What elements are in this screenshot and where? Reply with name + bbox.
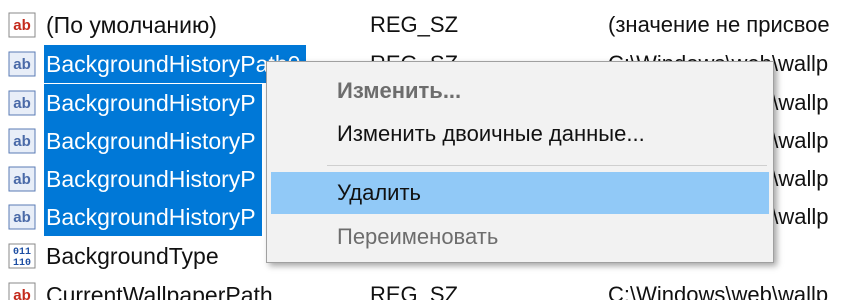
- menu-item-modify-binary[interactable]: Изменить двоичные данные...: [271, 113, 769, 155]
- menu-item-label: Изменить...: [337, 78, 462, 103]
- value-data: C:\Windows\web\wallp: [608, 282, 829, 300]
- string-value-icon: ab: [8, 90, 36, 116]
- value-name: (По умолчанию): [46, 12, 217, 38]
- value-data: (значение не присвое: [608, 12, 830, 37]
- svg-text:011: 011: [13, 247, 31, 258]
- value-name: BackgroundHistoryP: [44, 122, 262, 160]
- value-type: REG_SZ: [370, 282, 459, 300]
- svg-text:110: 110: [13, 258, 31, 269]
- menu-item-label: Переименовать: [337, 224, 499, 249]
- registry-row-current-wallpaper-path[interactable]: ab CurrentWallpaperPath REG_SZ C:\Window…: [0, 276, 850, 300]
- string-value-icon: ab: [8, 51, 36, 77]
- value-name: BackgroundType: [46, 243, 219, 269]
- registry-row-default[interactable]: ab (По умолчанию) REG_SZ (значение не пр…: [0, 6, 850, 44]
- menu-item-modify[interactable]: Изменить...: [271, 70, 769, 112]
- svg-text:ab: ab: [13, 56, 31, 73]
- value-type: REG_SZ: [370, 12, 459, 37]
- string-value-icon: ab: [8, 128, 36, 154]
- menu-item-rename[interactable]: Переименовать: [271, 216, 769, 258]
- value-name: BackgroundHistoryP: [44, 84, 262, 122]
- svg-text:ab: ab: [13, 171, 31, 188]
- string-value-icon: ab: [8, 12, 36, 38]
- context-menu: Изменить... Изменить двоичные данные... …: [266, 61, 774, 263]
- svg-text:ab: ab: [13, 133, 31, 150]
- value-name: BackgroundHistoryP: [44, 160, 262, 198]
- svg-text:ab: ab: [13, 17, 31, 34]
- menu-separator: [327, 165, 767, 166]
- binary-value-icon: 011 110: [8, 243, 36, 269]
- value-name: BackgroundHistoryP: [44, 198, 262, 236]
- string-value-icon: ab: [8, 282, 36, 300]
- menu-item-label: Изменить двоичные данные...: [337, 121, 645, 146]
- string-value-icon: ab: [8, 204, 36, 230]
- menu-item-delete[interactable]: Удалить: [271, 172, 769, 214]
- menu-item-label: Удалить: [337, 180, 421, 205]
- svg-text:ab: ab: [13, 287, 31, 300]
- string-value-icon: ab: [8, 166, 36, 192]
- svg-text:ab: ab: [13, 209, 31, 226]
- value-name: CurrentWallpaperPath: [46, 282, 273, 300]
- svg-text:ab: ab: [13, 95, 31, 112]
